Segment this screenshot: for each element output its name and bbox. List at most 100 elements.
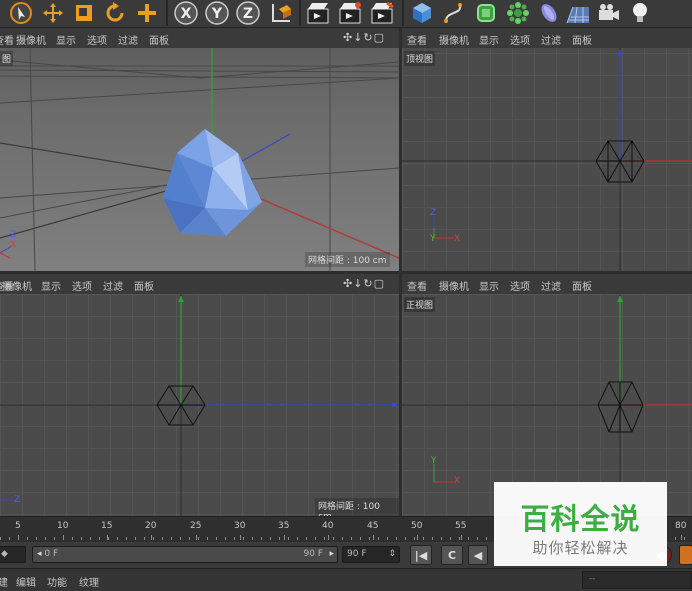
axis-z-label: Z bbox=[10, 230, 17, 240]
front-view-label: 正视图 bbox=[404, 297, 436, 312]
viewport-canvas[interactable]: Z 网格间距 : 100 cm bbox=[0, 294, 399, 516]
previous-key-button[interactable]: ◀ bbox=[468, 545, 488, 565]
render-view-icon[interactable] bbox=[303, 0, 333, 26]
menu-camera[interactable]: 摄像机 bbox=[16, 32, 46, 47]
top-view-label: 顶视图 bbox=[404, 51, 436, 66]
timeline-minor-tick bbox=[468, 537, 469, 540]
frame-range-slider[interactable]: ◂ 0 F 90 F ▸ bbox=[32, 546, 338, 563]
menu-texture[interactable]: 纹理 bbox=[79, 574, 99, 589]
move-icon[interactable] bbox=[38, 0, 68, 26]
menu-filter[interactable]: 过滤 bbox=[103, 278, 123, 293]
timeline-minor-tick bbox=[243, 537, 244, 540]
menu-function[interactable]: 功能 bbox=[47, 574, 67, 589]
menu-panel[interactable]: 面板 bbox=[572, 32, 592, 47]
timeline-minor-tick bbox=[27, 537, 28, 540]
timeline-tick-label: 5 bbox=[15, 521, 21, 531]
y-axis-lock-icon[interactable]: Y bbox=[203, 0, 231, 26]
timeline-minor-tick bbox=[252, 537, 253, 540]
timeline-tick-label: 10 bbox=[57, 521, 69, 531]
timeline-tick bbox=[151, 535, 152, 540]
timeline-tick bbox=[373, 535, 374, 540]
viewport-canvas[interactable]: 顶视图 Z Y X bbox=[402, 48, 692, 271]
z-axis-lock-icon[interactable]: Z bbox=[234, 0, 262, 26]
watermark-subtitle: 助你轻松解决 bbox=[532, 539, 629, 557]
rotate-icon[interactable] bbox=[100, 0, 130, 26]
scale-icon[interactable] bbox=[70, 0, 98, 26]
timeline-minor-tick bbox=[360, 537, 361, 540]
menu-view[interactable]: 查看 bbox=[407, 278, 427, 293]
render-settings-icon[interactable] bbox=[367, 0, 397, 26]
start-frame-field[interactable]: ◆ bbox=[0, 546, 26, 563]
viewport-nav-icons[interactable]: ✣↓↻▢ bbox=[343, 277, 385, 290]
menu-options[interactable]: 选项 bbox=[510, 32, 530, 47]
render-picture-viewer-icon[interactable] bbox=[335, 0, 365, 26]
timeline-minor-tick bbox=[378, 537, 379, 540]
viewport-menu-bar: 查看 摄像机 显示 选项 过滤 面板 bbox=[402, 28, 692, 48]
perspective-viewport[interactable]: 查看 摄像机 显示 选项 过滤 面板 ✣↓↻▢ bbox=[0, 28, 399, 271]
menu-panel[interactable]: 面板 bbox=[149, 32, 169, 47]
light-icon[interactable] bbox=[627, 0, 653, 26]
viewport-canvas[interactable]: 图 Z X 网格间距 : 100 cm bbox=[0, 48, 399, 271]
timeline-minor-tick bbox=[261, 537, 262, 540]
menu-filter[interactable]: 过滤 bbox=[541, 278, 561, 293]
x-axis-label: X bbox=[181, 6, 192, 22]
menu-camera[interactable]: 摄像机 bbox=[439, 278, 469, 293]
max-frame-value: 90 F bbox=[347, 549, 367, 559]
watermark-title: 百科全说 bbox=[520, 502, 641, 536]
subdivision-surface-icon[interactable] bbox=[471, 0, 501, 26]
go-to-start-button[interactable]: |◀ bbox=[410, 545, 432, 565]
live-select-icon[interactable] bbox=[6, 0, 36, 26]
spline-pen-icon[interactable] bbox=[439, 0, 469, 26]
camera-icon[interactable] bbox=[595, 0, 623, 26]
menu-camera[interactable]: 摄像机 bbox=[2, 278, 32, 293]
timeline-minor-tick bbox=[108, 537, 109, 540]
autokey-button[interactable] bbox=[679, 545, 692, 565]
coordinate-system-icon[interactable] bbox=[266, 0, 296, 26]
timeline-minor-tick bbox=[423, 537, 424, 540]
timeline-minor-tick bbox=[351, 537, 352, 540]
menu-display[interactable]: 显示 bbox=[479, 278, 499, 293]
max-frame-field[interactable]: 90 F ⇕ bbox=[342, 546, 400, 563]
cloner-icon[interactable] bbox=[503, 0, 533, 26]
side-viewport[interactable]: 查看 摄像机 显示 选项 过滤 面板 ✣↓↻▢ bbox=[0, 274, 399, 516]
x-axis-lock-icon[interactable]: X bbox=[172, 0, 200, 26]
timeline-tick-label: 25 bbox=[190, 521, 202, 531]
timeline-tick bbox=[681, 535, 682, 540]
menu-options[interactable]: 选项 bbox=[72, 278, 92, 293]
menu-options[interactable]: 选项 bbox=[510, 278, 530, 293]
icosahedron-wireframe[interactable] bbox=[597, 381, 644, 433]
icosahedron-object[interactable] bbox=[163, 129, 262, 236]
timeline-minor-tick bbox=[90, 537, 91, 540]
timeline-tick-label: 15 bbox=[101, 521, 113, 531]
menu-display[interactable]: 显示 bbox=[479, 32, 499, 47]
top-viewport[interactable]: 查看 摄像机 显示 选项 过滤 面板 顶视图 Z Y X bbox=[402, 28, 692, 271]
menu-view[interactable]: 查看 bbox=[407, 32, 427, 47]
timeline-minor-tick bbox=[288, 537, 289, 540]
floor-scene-icon[interactable] bbox=[563, 0, 593, 26]
menu-create[interactable]: 建 bbox=[0, 574, 8, 589]
menu-view[interactable]: 查看 bbox=[0, 32, 14, 47]
menu-display[interactable]: 显示 bbox=[41, 278, 61, 293]
timeline-minor-tick bbox=[459, 537, 460, 540]
menu-edit[interactable]: 编辑 bbox=[16, 574, 36, 589]
menu-options[interactable]: 选项 bbox=[87, 32, 107, 47]
timeline-minor-tick bbox=[297, 537, 298, 540]
loop-icon[interactable]: C bbox=[441, 545, 463, 565]
timeline-tick-label: 35 bbox=[278, 521, 290, 531]
add-icon[interactable] bbox=[132, 0, 162, 26]
timeline-minor-tick bbox=[180, 537, 181, 540]
menu-panel[interactable]: 面板 bbox=[134, 278, 154, 293]
menu-filter[interactable]: 过滤 bbox=[541, 32, 561, 47]
menu-display[interactable]: 显示 bbox=[56, 32, 76, 47]
deformer-icon[interactable] bbox=[535, 0, 563, 26]
cube-primitive-icon[interactable] bbox=[407, 0, 437, 26]
front-viewport[interactable]: 查看 摄像机 显示 选项 过滤 面板 正视图 Y X bbox=[402, 274, 692, 516]
menu-camera[interactable]: 摄像机 bbox=[439, 32, 469, 47]
viewport-nav-icons[interactable]: ✣↓↻▢ bbox=[343, 31, 385, 44]
menu-panel[interactable]: 面板 bbox=[572, 278, 592, 293]
timeline-tick bbox=[240, 535, 241, 540]
timeline-minor-tick bbox=[45, 537, 46, 540]
timeline-minor-tick bbox=[315, 537, 316, 540]
menu-filter[interactable]: 过滤 bbox=[118, 32, 138, 47]
timeline-minor-tick bbox=[207, 537, 208, 540]
